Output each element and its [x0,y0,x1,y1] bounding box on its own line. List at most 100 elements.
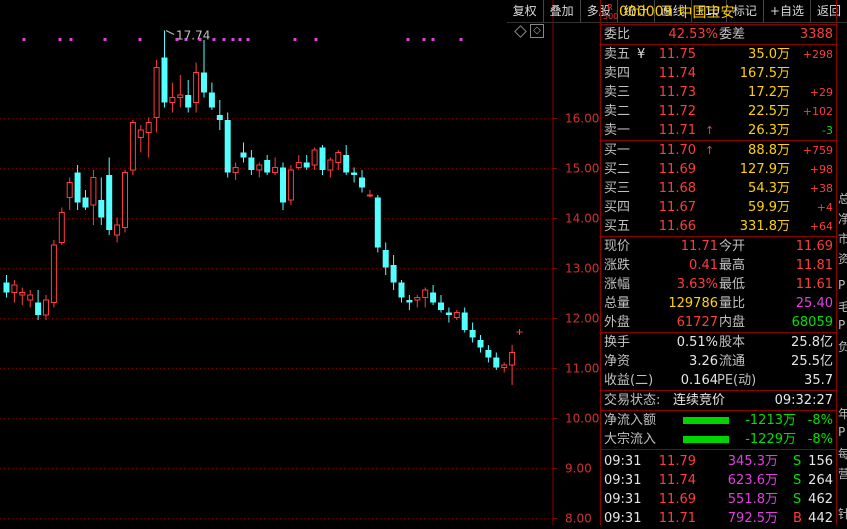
stat-value: 68059 [791,315,833,330]
ask-volume: 167.5万 [739,66,790,81]
bid-volume: 88.8万 [748,143,790,158]
stat-label: 内盘 [719,315,746,330]
status-value: 连续竞价 [673,393,726,408]
ask-row[interactable]: 卖一 11.71 ↑ 26.3万 -3 [601,121,836,140]
ask-price: 11.75 [658,47,696,62]
ask-row[interactable]: 卖二 11.72 22.5万 +102 [601,102,836,121]
toolbar-fuquan-button[interactable]: 复权 [507,0,543,22]
candle-body [343,155,350,173]
ask-price: 11.73 [658,85,696,100]
arrow-up-icon: ↑ [705,124,715,137]
bid-change: +98 [809,163,833,176]
ask-price: 11.74 [658,66,696,81]
tick-row[interactable]: 09:31 11.74 623.6万 S 264 [601,471,836,490]
ask-change: +102 [802,105,833,118]
candle-body [287,169,294,201]
flow-bar [683,436,729,443]
side-panel-stub[interactable]: 总 净 市 资 P 毛 P 负 年 P 每 营 针 [836,0,847,525]
candle-body [335,152,342,163]
ask-volume: 35.0万 [748,47,790,62]
tick-time: 09:31 [604,473,642,488]
stat-value: 61727 [676,315,718,330]
bid-row[interactable]: 买三 11.68 54.3万 +38 [601,179,836,198]
ask-row[interactable]: 卖四 11.74 167.5万 [601,64,836,83]
kline-chart[interactable]: 16.00 15.00 14.00 13.00 12.00 11.00 10.00 9.00 8… [0,0,600,526]
stat-label: 量比 [719,296,746,311]
ask-row[interactable]: 卖三 11.73 17.2万 +29 [601,83,836,102]
ask-row[interactable]: 卖五 ¥ 11.75 35.0万 +298 [601,45,836,64]
tick-time: 09:31 [604,511,642,526]
badge-bottom: 500 [603,12,619,21]
bid-price: 11.67 [658,200,696,215]
stock-header[interactable]: R 500 000009 中国宝安 [601,0,836,25]
candle-body [11,284,18,293]
stub-label: 资 [838,250,847,267]
signal-dot [238,38,242,41]
ask-label: 卖三 [604,85,631,100]
candle-body [185,95,192,108]
candle-body [216,115,223,120]
signal-dot [246,38,250,41]
signal-dot [231,38,235,41]
tick-volume: 623.6万 [727,473,778,488]
fundamentals: 换手 0.51% 股本 25.8亿 净资 3.26 流通 25.5亿 收益(二)… [601,333,836,391]
candle-body [169,97,176,103]
candle-body [422,289,429,298]
tick-row[interactable]: 09:31 11.71 792.5万 B 442 [601,509,836,528]
stat-value: 11.81 [795,258,833,273]
rights-badge: R 500 [603,3,619,21]
ask-volume: 26.3万 [748,123,790,138]
tick-volume: 551.8万 [727,492,778,507]
diamond-icon[interactable] [514,25,527,38]
signal-dot [293,38,297,41]
diff-label: 委差 [719,27,746,42]
ask-price: 11.72 [658,104,696,119]
fund-label: PE(动) [717,373,757,388]
stub-label: 净 [838,210,847,227]
flow-pct: -8% [807,413,833,428]
candle-body [98,200,105,218]
bid-row[interactable]: 买五 11.66 331.8万 +64 [601,217,836,236]
tick-side: S [793,454,802,469]
tick-count: 264 [808,473,833,488]
candle-body [232,167,239,173]
bid-row[interactable]: 买一 11.70 ↑ 88.8万 +759 [601,141,836,160]
quote-panel: R 500 000009 中国宝安 委比 42.53% 委差 3388 卖五 ¥… [600,0,836,528]
window-toggle-icon[interactable]: ◇ [530,24,544,38]
stub-label: P [838,425,846,439]
candle-body [3,282,10,293]
stub-label: 年 [838,405,847,422]
candle-body [382,250,389,268]
candle-body [366,194,373,197]
candle-body [303,162,310,168]
chart-corner-icons[interactable]: ◇ [514,24,548,40]
bid-label: 买一 [604,143,631,158]
candle-body [248,157,255,170]
ask-change: +298 [802,48,833,61]
stub-label: 负 [838,338,847,355]
candle-body [272,167,279,173]
stat-label: 今开 [719,239,746,254]
signal-dot [69,38,73,41]
tick-row[interactable]: 09:31 11.79 345.3万 S 156 [601,452,836,471]
candle-body [509,352,516,366]
tick-volume: 792.5万 [727,511,778,526]
candle-body [90,177,97,206]
tick-row[interactable]: 09:31 11.69 551.8万 S 462 [601,490,836,509]
fund-label: 净资 [604,354,631,369]
candle-body [264,160,271,173]
flow-value: -1229万 [745,432,796,447]
tick-list[interactable]: 09:31 11.79 345.3万 S 156 09:31 11.74 623… [601,450,836,528]
ask-label: 卖一 [604,123,631,138]
toolbar-overlay-button[interactable]: 叠加 [542,0,580,22]
bid-row[interactable]: 买二 11.69 127.9万 +98 [601,160,836,179]
signal-dot [58,38,62,41]
stat-value: 25.40 [795,296,833,311]
signal-dot [138,38,142,41]
flow-row: 净流入额 -1213万 -8% [601,411,836,430]
stat-value: 11.61 [795,277,833,292]
kline-svg[interactable]: 16.00 15.00 14.00 13.00 12.00 11.00 10.00 9.00 8… [0,0,600,526]
flow-pct: -8% [807,432,833,447]
bid-row[interactable]: 买四 11.67 59.9万 +4 [601,198,836,217]
stat-label: 涨幅 [604,277,631,292]
